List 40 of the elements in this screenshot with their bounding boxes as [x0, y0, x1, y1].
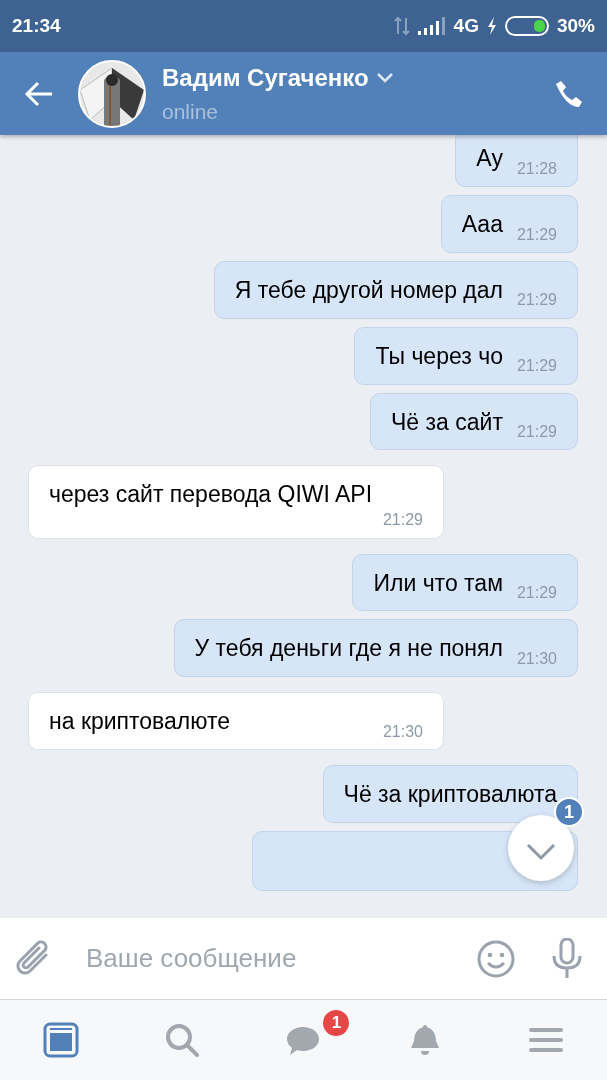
network-type: 4G [453, 13, 479, 38]
phone-icon [555, 79, 583, 108]
feed-icon [42, 1022, 79, 1058]
message-text: на криптовалюте [49, 707, 232, 737]
emoji-icon[interactable] [477, 939, 515, 978]
message-time: 21:29 [516, 583, 557, 603]
message-text: Или что там [373, 568, 503, 598]
signal-icon [417, 17, 446, 35]
message-time: 21:29 [382, 510, 423, 530]
message-time: 21:29 [516, 290, 557, 310]
message-text: У тебя деньги где я не понял [194, 634, 503, 664]
contact-status: online [162, 98, 220, 125]
message-time: 21:30 [382, 722, 423, 742]
back-button[interactable] [24, 80, 54, 107]
nav-tab[interactable] [164, 1022, 201, 1058]
message-text: Я тебе другой номер дал [234, 275, 503, 305]
chevron-down-icon [526, 843, 556, 861]
contact-name[interactable]: Вадим Сугаченко [162, 59, 369, 96]
unread-badge: 1 [321, 1008, 352, 1038]
search-icon [164, 1022, 201, 1058]
message-text: через сайт перевода QIWI API [49, 480, 374, 510]
call-button[interactable] [555, 79, 583, 108]
message-text: Ты через чо [375, 341, 503, 371]
message-time: 21:29 [516, 422, 557, 442]
back-arrow-icon [24, 80, 54, 107]
message-time: 21:28 [516, 158, 557, 178]
data-arrows-icon [393, 16, 410, 36]
message-text: Ааа [461, 209, 503, 239]
message-time: 21:30 [516, 649, 557, 669]
battery-percent: 30% [556, 13, 595, 38]
chevron-down-icon[interactable] [376, 72, 393, 83]
message-text: Ау [476, 144, 503, 173]
status-time: 21:34 [12, 13, 61, 38]
message-time: 21:29 [516, 356, 557, 376]
message-time: 21:29 [516, 224, 557, 244]
battery-icon [504, 16, 549, 36]
message-text: Чё за сайт [391, 407, 503, 437]
charging-icon [486, 17, 497, 35]
nav-tab[interactable] [42, 1022, 79, 1058]
microphone-icon[interactable] [551, 937, 583, 980]
